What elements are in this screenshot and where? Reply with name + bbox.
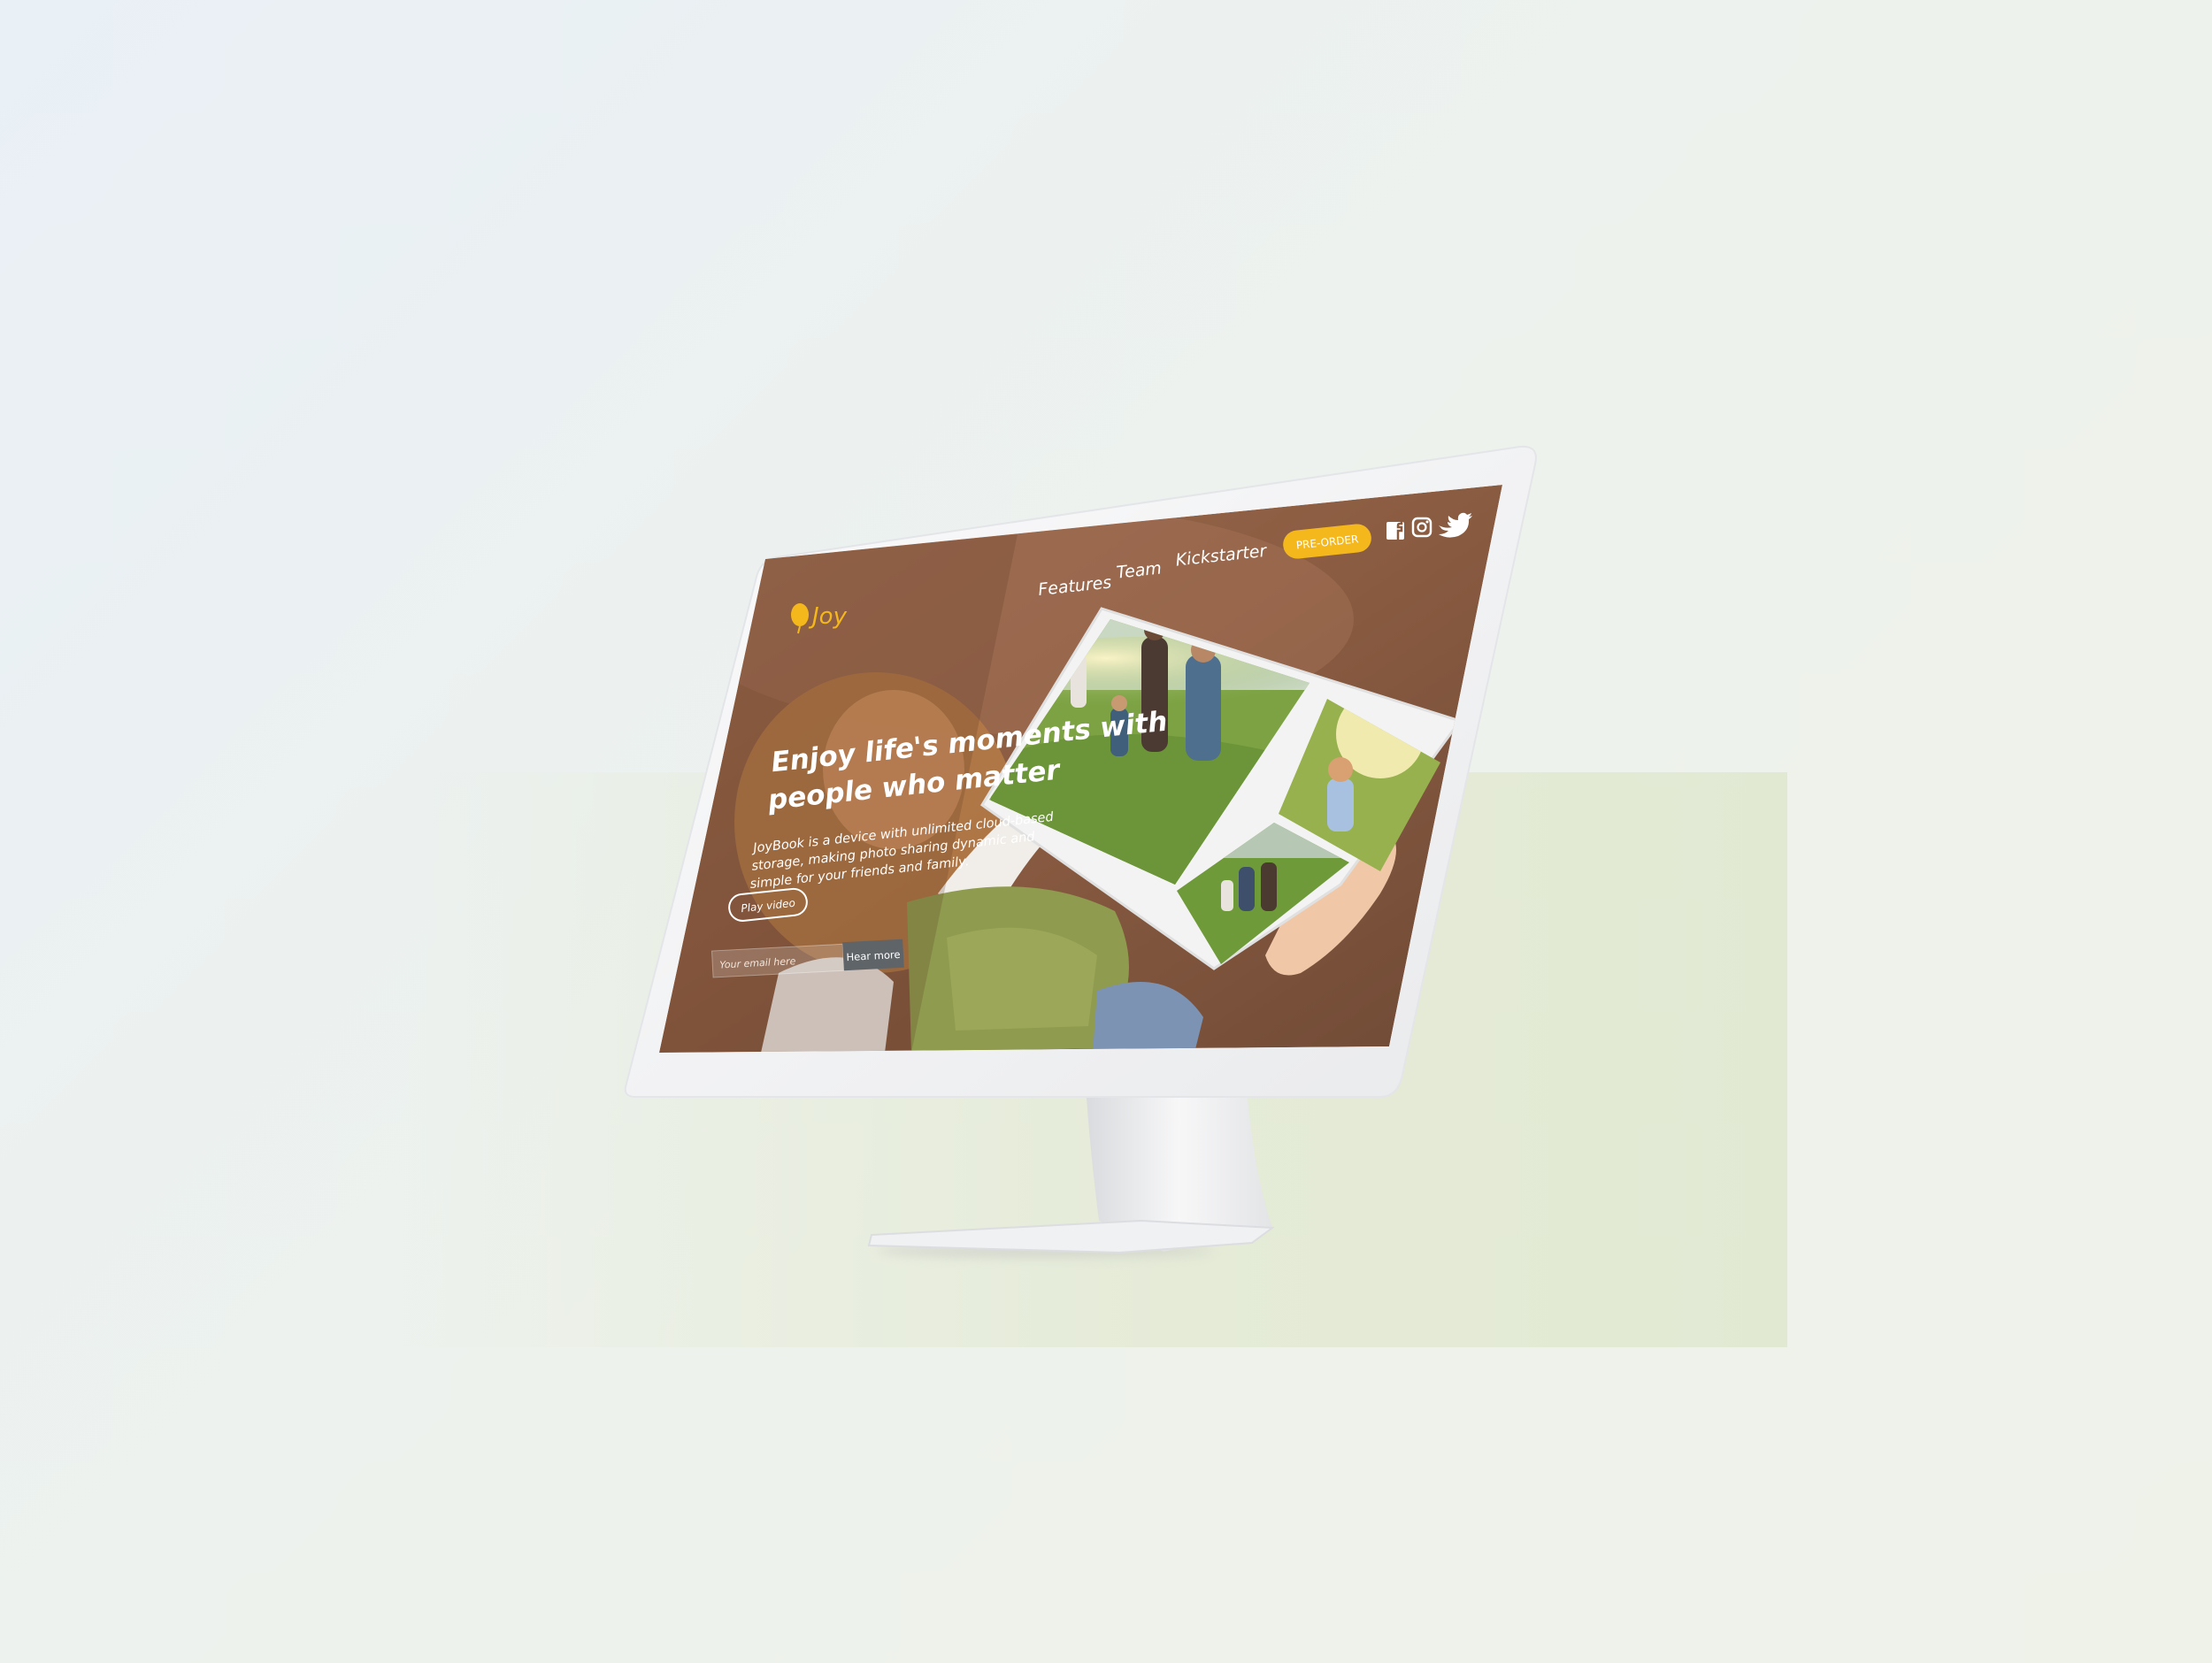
hear-more-button[interactable]: Hear more xyxy=(842,939,904,971)
monitor-base xyxy=(867,1219,1275,1254)
facebook-icon[interactable] xyxy=(1386,520,1404,540)
logo[interactable]: Joy xyxy=(791,603,848,634)
balloon-icon xyxy=(791,603,809,626)
logo-text: Joy xyxy=(808,603,848,630)
monitor-mockup: Joy Features Team Kickstarter PRE-ORDER xyxy=(624,445,1537,1258)
